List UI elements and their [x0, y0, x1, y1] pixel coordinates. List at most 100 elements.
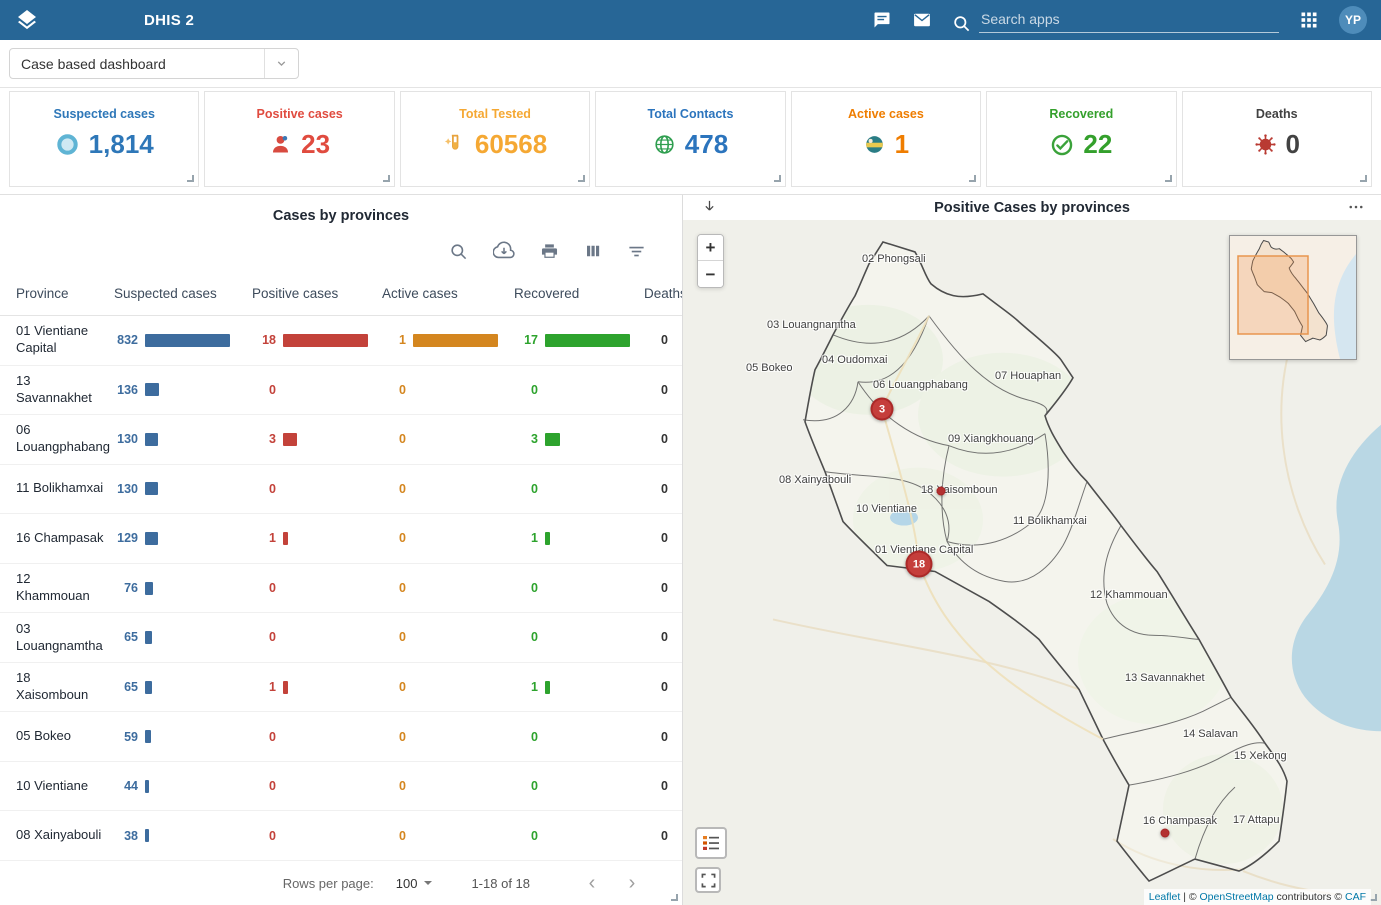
search-icon [952, 14, 971, 33]
resize-handle-icon[interactable] [969, 175, 976, 182]
resize-handle-icon[interactable] [1165, 175, 1172, 182]
recovered-value: 1 [514, 530, 538, 546]
positive-bar [283, 532, 288, 545]
download-icon[interactable] [701, 198, 718, 220]
active-cell: 0 [382, 729, 514, 745]
stat-card-deaths: Deaths0 [1182, 91, 1372, 187]
map-title: Positive Cases by provinces [683, 200, 1381, 216]
user-avatar[interactable]: YP [1339, 6, 1367, 34]
dhis2-logo-icon[interactable] [14, 7, 40, 33]
zoom-control: + − [697, 234, 724, 288]
case-cluster-marker[interactable]: 3 [871, 398, 894, 421]
resize-handle-icon[interactable] [774, 175, 781, 182]
map-province-label: 02 Phongsali [862, 253, 926, 265]
table-row: 01 Vientiane Capital832181170 [0, 316, 682, 366]
search-apps-input[interactable] [979, 8, 1279, 33]
map-attribution: Leaflet | © OpenStreetMap contributors ©… [1144, 889, 1371, 905]
filter-icon[interactable] [627, 242, 646, 261]
rows-per-page-label: Rows per page: [283, 876, 374, 891]
column-header-positive-cases: Positive cases [252, 286, 382, 301]
search-icon[interactable] [449, 242, 468, 261]
resize-handle-icon[interactable] [1360, 175, 1367, 182]
suspected-bar [145, 780, 149, 793]
active-value: 0 [382, 629, 406, 645]
zoom-out-button[interactable]: − [698, 261, 723, 287]
positive-value: 3 [252, 431, 276, 447]
suspected-cell: 65 [114, 629, 252, 645]
download-icon[interactable] [493, 240, 515, 262]
recovered-cell: 1 [514, 530, 644, 546]
caret-down-icon [423, 878, 433, 888]
globe-icon [653, 133, 676, 156]
table-body: 01 Vientiane Capital83218117013 Savannak… [0, 316, 682, 861]
suspected-value: 832 [114, 332, 138, 348]
active-value: 0 [382, 530, 406, 546]
dashboard-selector[interactable]: Case based dashboard [9, 48, 299, 79]
leaflet-link[interactable]: Leaflet [1149, 891, 1181, 903]
suspected-cell: 59 [114, 729, 252, 745]
recovered-bar [545, 532, 550, 545]
card-label: Deaths [1183, 107, 1371, 121]
positive-value: 0 [252, 481, 276, 497]
deaths-value: 0 [644, 679, 668, 695]
resize-handle-icon[interactable] [578, 175, 585, 182]
case-dot-marker[interactable] [937, 487, 946, 496]
map-province-label: 11 Bolikhamxai [1013, 515, 1087, 527]
recovered-cell: 0 [514, 481, 644, 497]
table-row: 12 Khammouan760000 [0, 564, 682, 614]
suspected-value: 65 [114, 629, 138, 645]
resize-handle-icon[interactable] [187, 175, 194, 182]
suspected-value: 76 [114, 580, 138, 596]
deaths-cell: 0 [644, 580, 682, 596]
overview-inset-map[interactable] [1229, 235, 1357, 360]
resize-handle-icon[interactable] [671, 894, 678, 901]
suspected-cell: 130 [114, 431, 252, 447]
columns-icon[interactable] [584, 242, 602, 260]
card-label: Total Contacts [596, 107, 784, 121]
card-label: Recovered [987, 107, 1175, 121]
legend-button[interactable] [695, 827, 727, 859]
osm-link[interactable]: OpenStreetMap [1200, 891, 1274, 903]
active-cell: 0 [382, 580, 514, 596]
mail-icon[interactable] [912, 10, 932, 30]
stat-card-total-tested: Total Tested60568 [400, 91, 590, 187]
apps-grid-icon[interactable] [1299, 10, 1319, 30]
resize-handle-icon[interactable] [383, 175, 390, 182]
card-value: 22 [1083, 129, 1112, 160]
caf-link[interactable]: CAF [1345, 891, 1366, 903]
province-cell: 11 Bolikhamxai [0, 480, 114, 497]
stat-card-total-contacts: Total Contacts478 [595, 91, 785, 187]
print-icon[interactable] [540, 242, 559, 261]
deaths-cell: 0 [644, 679, 682, 695]
deaths-value: 0 [644, 530, 668, 546]
rows-per-page-select[interactable]: 100 [396, 876, 434, 891]
positive-value: 0 [252, 778, 276, 794]
positive-cell: 0 [252, 580, 382, 596]
recovered-cell: 3 [514, 431, 644, 447]
fullscreen-button[interactable] [695, 867, 721, 893]
zoom-in-button[interactable]: + [698, 235, 723, 261]
deaths-value: 0 [644, 629, 668, 645]
messages-icon[interactable] [872, 10, 892, 30]
recovered-bar [545, 433, 560, 446]
suspected-cell: 130 [114, 481, 252, 497]
recovered-bar [545, 334, 630, 347]
deaths-cell: 0 [644, 629, 682, 645]
table-header-row: ProvinceSuspected casesPositive casesAct… [0, 272, 682, 316]
more-options-icon[interactable] [1347, 198, 1365, 221]
suspected-cell: 44 [114, 778, 252, 794]
case-cluster-marker[interactable]: 18 [906, 551, 933, 578]
suspected-cell: 65 [114, 679, 252, 695]
topbar-actions: YP [872, 6, 1367, 34]
previous-page-button[interactable]: ‹ [580, 873, 604, 893]
table-row: 18 Xaisomboun651010 [0, 663, 682, 713]
table-title: Cases by provinces [0, 195, 682, 226]
table-row: 05 Bokeo590000 [0, 712, 682, 762]
test-tube-icon [443, 133, 466, 156]
resize-handle-icon[interactable] [1370, 894, 1377, 901]
province-cell: 06 Louangphabang [0, 422, 114, 456]
recovered-cell: 1 [514, 679, 644, 695]
next-page-button[interactable]: › [620, 873, 644, 893]
map-canvas[interactable]: 02 Phongsali03 Louangnamtha05 Bokeo04 Ou… [683, 220, 1381, 905]
case-dot-marker[interactable] [1161, 829, 1170, 838]
